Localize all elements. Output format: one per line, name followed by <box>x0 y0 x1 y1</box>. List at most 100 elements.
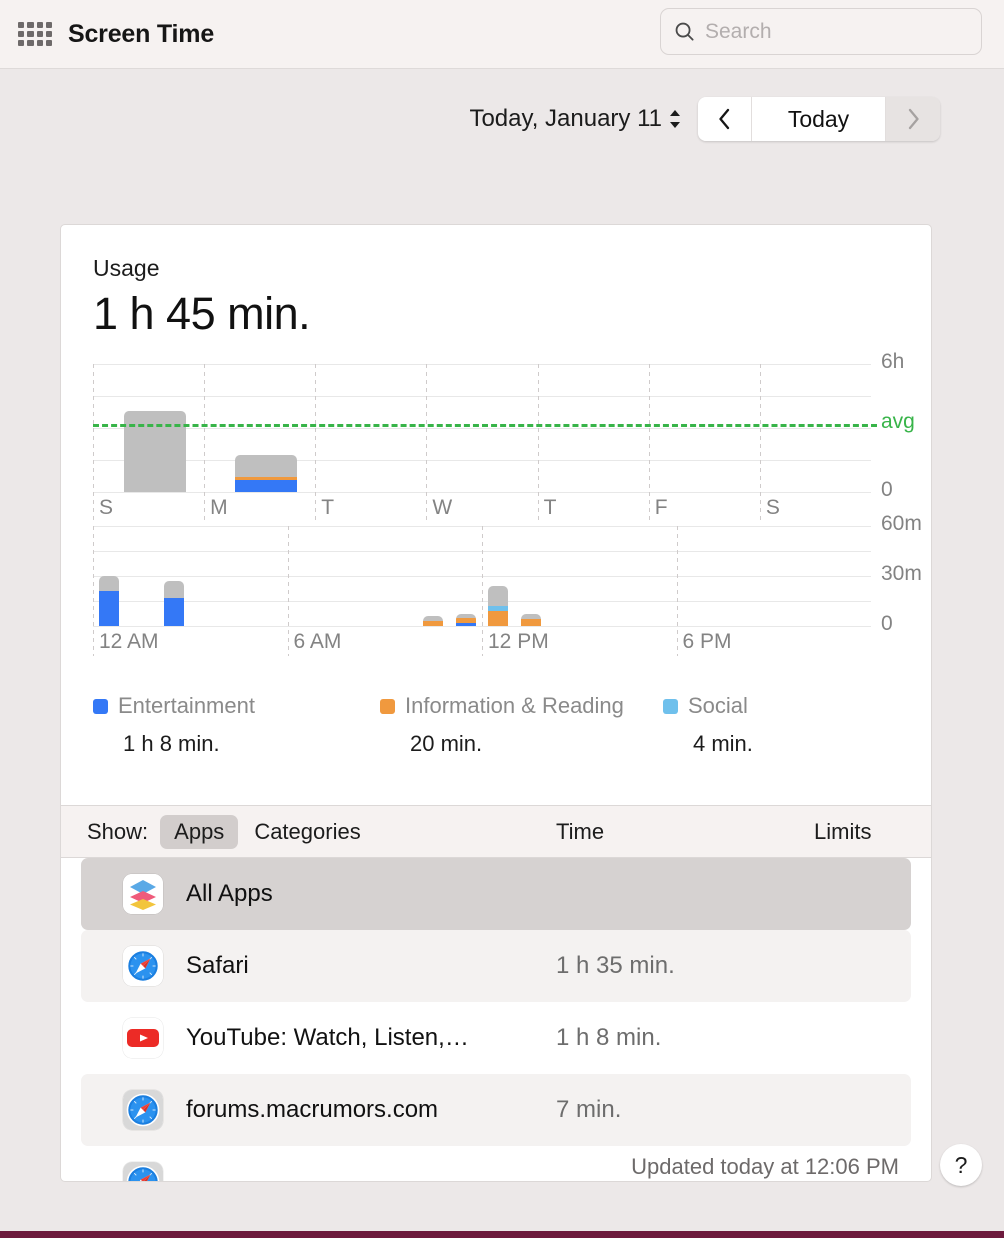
legend-time-value: 4 min. <box>693 731 753 756</box>
chevron-right-icon <box>908 108 919 130</box>
column-header-time[interactable]: Time <box>556 819 604 845</box>
x-axis-tick: S <box>99 496 114 519</box>
apps-grid-icon[interactable] <box>18 20 58 48</box>
gridline <box>93 460 871 461</box>
chart-bar-segment <box>99 591 120 626</box>
gridline <box>93 396 871 397</box>
next-day-button[interactable] <box>886 97 940 141</box>
average-line <box>93 423 877 427</box>
chart-bar[interactable] <box>99 576 120 626</box>
legend-item: Information & Reading <box>380 693 624 719</box>
x-axis-divider <box>287 526 289 656</box>
app-name: Safari <box>186 952 249 979</box>
footer: Updated today at 12:06 PM ? <box>0 1116 1004 1238</box>
category-legend: Entertainment Information & Reading Social… <box>93 693 903 759</box>
chart-bar-segment <box>520 619 541 626</box>
x-axis-tick: 6 PM <box>682 630 732 653</box>
chart-bar[interactable] <box>164 581 185 626</box>
y-axis-tick: 6h <box>881 350 905 373</box>
show-toolbar: Show: Apps Categories Time Limits <box>61 805 931 858</box>
x-axis-divider <box>759 364 761 522</box>
y-axis-tick: 30m <box>881 562 922 585</box>
x-axis-divider <box>93 526 94 656</box>
legend-time-value: 1 h 8 min. <box>123 731 220 756</box>
title-bar: Screen Time <box>0 0 1004 69</box>
gridline <box>93 364 871 365</box>
chart-bar[interactable] <box>488 586 509 626</box>
current-date-label: Today, January 11 <box>469 105 662 132</box>
chevron-left-icon <box>719 108 730 130</box>
legend-item: Social <box>663 693 748 719</box>
column-header-limits[interactable]: Limits <box>814 819 871 845</box>
legend-time-value: 20 min. <box>410 731 483 756</box>
x-axis-tick: T <box>321 496 335 519</box>
legend-names-row: Entertainment Information & Reading Social <box>93 693 903 719</box>
y-axis-tick: 0 <box>881 478 893 501</box>
previous-day-button[interactable] <box>698 97 752 141</box>
hourly-usage-chart[interactable]: 60m 30m 0 12 AM 6 AM 12 PM 6 PM <box>61 512 931 660</box>
youtube-play-icon <box>123 1018 163 1058</box>
legend-color-swatch <box>380 698 395 714</box>
chart-bar[interactable] <box>234 454 297 492</box>
window-bottom-accent <box>0 1231 1004 1238</box>
usage-label: Usage <box>93 255 160 281</box>
date-navigation-row: Today, January 11 Today <box>0 69 1004 147</box>
gridline <box>93 428 871 429</box>
legend-times-row: 1 h 8 min. 20 min. 4 min. <box>93 731 903 759</box>
app-time-value: 1 h 35 min. <box>556 952 675 979</box>
x-axis-divider <box>482 526 483 656</box>
chart-bar-segment <box>234 479 297 492</box>
chart-bar-segment <box>164 597 185 626</box>
search-icon <box>675 22 694 41</box>
x-axis-tick: T <box>543 496 557 519</box>
search-box[interactable] <box>660 8 982 55</box>
chart-bar-segment <box>423 621 444 626</box>
updated-timestamp: Updated today at 12:06 PM <box>631 1154 899 1179</box>
legend-color-swatch <box>93 698 108 714</box>
plot-area <box>93 364 877 522</box>
weekly-usage-chart[interactable]: 6h 0 S M T W T F Savg <box>61 350 931 526</box>
average-line-label: avg <box>881 409 915 433</box>
x-axis-divider <box>648 364 650 522</box>
legend-color-swatch <box>663 698 678 714</box>
today-button[interactable]: Today <box>752 97 886 141</box>
app-list-row[interactable]: All Apps <box>81 858 911 930</box>
help-button[interactable]: ? <box>940 1144 982 1186</box>
chart-bar[interactable] <box>455 614 476 626</box>
x-axis-tick: 12 PM <box>488 630 549 653</box>
up-down-stepper-icon[interactable] <box>668 108 682 130</box>
page-title: Screen Time <box>68 19 215 48</box>
date-nav-segmented-control[interactable]: Today <box>698 97 940 141</box>
legend-label: Entertainment <box>118 693 255 718</box>
chart-bar-segment <box>99 576 120 591</box>
content-area: Today, January 11 Today Usage 1 h 45 min… <box>0 69 1004 1238</box>
y-axis-tick: 60m <box>881 512 922 535</box>
show-label: Show: <box>87 818 149 844</box>
chart-bar[interactable] <box>423 616 444 626</box>
x-axis-divider <box>315 364 317 522</box>
x-axis-tick: W <box>432 496 453 519</box>
app-time-value: 1 h 8 min. <box>556 1024 662 1051</box>
gridline <box>93 492 871 493</box>
usage-total: 1 h 45 min. <box>93 288 311 339</box>
chart-bar[interactable] <box>520 614 541 626</box>
x-axis-divider <box>426 364 428 522</box>
app-name: All Apps <box>186 880 273 907</box>
y-axis-tick: 0 <box>881 612 893 635</box>
tab-apps[interactable]: Apps <box>160 814 239 849</box>
search-input[interactable] <box>705 19 969 44</box>
x-axis-divider <box>204 364 206 522</box>
tab-categories[interactable]: Categories <box>254 819 360 845</box>
legend-label: Information & Reading <box>405 693 624 718</box>
app-name: YouTube: Watch, Listen,… <box>186 1024 469 1051</box>
chart-bar-segment <box>488 611 509 626</box>
x-axis-tick: S <box>765 496 780 519</box>
app-list-row[interactable]: YouTube: Watch, Listen,… 1 h 8 min. <box>81 1002 911 1074</box>
chart-bar-segment <box>455 622 476 626</box>
date-stepper[interactable]: Today, January 11 <box>469 105 682 133</box>
chart-bar-segment <box>488 586 509 606</box>
x-axis-divider <box>93 364 94 522</box>
x-axis-tick: M <box>210 496 228 519</box>
app-list-row[interactable]: Safari 1 h 35 min. <box>81 930 911 1002</box>
x-axis-tick: 12 AM <box>99 630 159 653</box>
